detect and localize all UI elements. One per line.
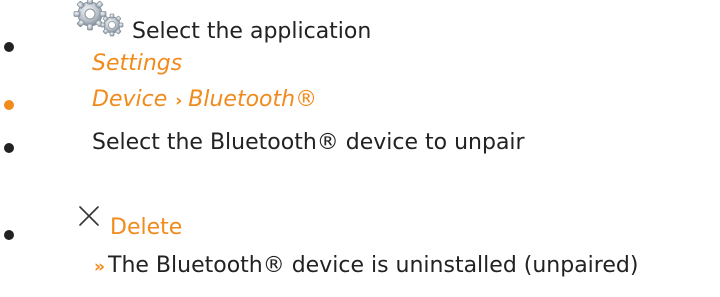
step-1-text: Select the application [132,19,372,44]
path-separator: › [175,91,183,111]
result-line: ›› The Bluetooth® device is uninstalled (… [94,252,638,281]
result-marker-icon: ›› [94,257,105,277]
bullet-step-3 [4,143,14,153]
bullet-step-1 [4,42,14,52]
delete-x-icon[interactable] [78,205,100,227]
settings-link[interactable]: Settings [92,50,182,78]
delete-action-label[interactable]: Delete [110,214,182,242]
bullet-step-2 [4,100,14,110]
step-2-path: Device › Bluetooth® [92,86,317,115]
path-device[interactable]: Device [92,87,167,112]
path-bluetooth[interactable]: Bluetooth® [188,87,317,112]
bullet-step-4 [4,230,14,240]
settings-gear-icon [73,0,124,37]
step-3-text: Select the Bluetooth® device to unpair [92,130,525,155]
result-text: The Bluetooth® device is uninstalled (un… [108,253,639,278]
